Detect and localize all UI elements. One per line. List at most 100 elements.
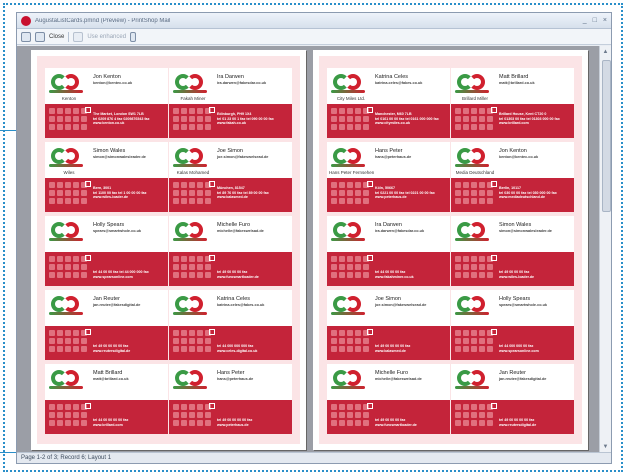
contact-details: tel 49 00 00 00 fax www.wiles-loader.de <box>499 270 535 279</box>
contact-details: tel 44 00 00 00 00 fax www.brillard.com <box>93 418 129 427</box>
contact-email: ira.darwen@fakesdar.co.uk <box>375 229 425 233</box>
card-grid: City Miles Ltd. Katrina Celes katrina.cele… <box>327 68 574 438</box>
band-square-icon <box>209 181 215 187</box>
band-square-icon <box>367 181 373 187</box>
contact-name: Hans Peter <box>217 370 245 376</box>
card-info-band: tel 49 00 00 00 fax www.wiles-loader.de <box>451 252 574 286</box>
band-square-icon <box>491 255 497 261</box>
contact-details: The Market, London SW1 7LB tel 0209 876 … <box>93 112 150 126</box>
company-logo-icon <box>331 148 365 168</box>
maximize-button[interactable]: □ <box>593 17 597 24</box>
contact-name: Katrina Celes <box>375 74 409 80</box>
dot-pattern <box>49 182 89 204</box>
contact-details: tel 49 00 00 00 00 fax www.reutersdigita… <box>93 344 131 353</box>
card-info-band: Berlin, 10117 tel 030 00 00 fax tel 030 … <box>451 178 574 212</box>
preview-page: City Miles Ltd. Katrina Celes katrina.cele… <box>313 50 588 450</box>
help-icon[interactable] <box>130 31 137 42</box>
contact-email: joe.simon@fakeswelsead.de <box>217 155 269 159</box>
print-icon[interactable] <box>21 31 31 42</box>
company-logo-icon <box>49 148 83 168</box>
card-header: Kenton Jon Kenton kenton@kentec.co.uk <box>45 68 168 104</box>
business-card: Kenton Jon Kenton kenton@kentec.co.uk The M… <box>45 68 168 142</box>
card-header: Holly Spears spears@smartwhole.co.uk <box>451 290 574 326</box>
card-grid: Kenton Jon Kenton kenton@kentec.co.uk The M… <box>45 68 292 438</box>
company-logo-icon <box>331 296 365 316</box>
company-name: Kenton <box>61 96 77 101</box>
dot-pattern <box>173 182 213 204</box>
company-logo-icon <box>331 74 365 94</box>
contact-name: Holly Spears <box>499 296 531 302</box>
contact-email: hans@peterhaus.de <box>217 377 254 381</box>
business-card: Fakah Miner Ira Darwen ira.darwen@fakesdar… <box>169 68 292 142</box>
company-logo-icon <box>331 222 365 242</box>
dot-pattern <box>173 330 213 352</box>
card-header: Hans Peter hans@peterhaus.de <box>169 364 292 400</box>
company-logo-icon <box>49 296 83 316</box>
card-info-band: Brillard House, Kent CT20 0 tel 01303 00… <box>451 104 574 138</box>
contact-name: Joe Simon <box>375 296 401 302</box>
card-info-band: tel 49 00 00 00 00 fax www.reutersdigita… <box>45 326 168 360</box>
zoom-icon[interactable] <box>35 31 45 42</box>
scroll-down-icon[interactable]: ▼ <box>602 443 609 451</box>
card-header: Fakah Miner Ira Darwen ira.darwen@fakesdar… <box>169 68 292 104</box>
contact-email: jan.reuter@fakesdigital.de <box>93 303 141 307</box>
band-square-icon <box>367 107 373 113</box>
band-square-icon <box>85 107 91 113</box>
close-button[interactable]: Close <box>49 34 64 40</box>
contact-email: katrina.celes@fakes.co.uk <box>375 81 423 85</box>
company-logo-icon <box>455 148 489 168</box>
company-name: Fakah Miner <box>180 96 206 101</box>
contact-name: Hans Peter <box>375 148 403 154</box>
dot-pattern <box>173 404 213 426</box>
company-logo-icon <box>173 296 207 316</box>
business-card: Kalas Mohamed Joe Simon joe.simon@fakeswel… <box>169 142 292 216</box>
enhanced-icon[interactable] <box>73 31 84 42</box>
card-info-band: tel 44 000 000 000 fax www.celes-digital… <box>169 326 292 360</box>
contact-name: Ira Darwen <box>217 74 244 80</box>
band-square-icon <box>85 255 91 261</box>
dot-pattern <box>331 404 371 426</box>
card-header: Wiles Simon Wales simon@simonwalesleader.d… <box>45 142 168 178</box>
company-logo-icon <box>173 370 207 390</box>
close-window-button[interactable]: × <box>603 17 607 24</box>
contact-email: simon@simonwalesleader.de <box>499 229 552 233</box>
page-sheet: Kenton Jon Kenton kenton@kentec.co.uk The M… <box>37 56 300 444</box>
contact-email: kenton@kentec.co.uk <box>93 81 133 85</box>
company-logo-icon <box>455 74 489 94</box>
contact-email: ira.darwen@fakesdar.co.uk <box>217 81 267 85</box>
contact-email: simon@simonwalesleader.de <box>93 155 146 159</box>
scroll-up-icon[interactable]: ▲ <box>602 48 609 56</box>
preview-window: AugustaListCards.pmnd (Preview) - PrintS… <box>16 12 612 464</box>
business-card: Media Deutschland Jon Kenton kenton@kentec… <box>451 142 574 216</box>
card-info-band: tel 44 00 00 00 fax www.fakahminer.co.uk <box>327 252 450 286</box>
company-logo-icon <box>49 74 83 94</box>
company-name: Brillard Miller <box>461 96 488 101</box>
scroll-thumb[interactable] <box>602 60 611 212</box>
status-bar: Page 1-2 of 3; Record 6; Layout 1 <box>17 452 611 463</box>
contact-details: Bern, 3001 tel 1100 00 fax tel 1 00 00 0… <box>93 186 147 200</box>
contact-details: tel 49 00 00 00 00 fax www.reutersdigita… <box>499 418 537 427</box>
company-logo-icon <box>49 222 83 242</box>
contact-details: Brillard House, Kent CT20 0 tel 01303 00… <box>499 112 560 126</box>
vertical-scrollbar[interactable]: ▲ ▼ <box>599 46 611 453</box>
business-card: Jan Reuter jan.reuter@fakesdigital.de tel … <box>45 290 168 364</box>
enhanced-button[interactable]: Use enhanced <box>87 34 126 40</box>
contact-details: tel 49 00 00 00 fax www.furosmartloader.… <box>217 270 259 279</box>
card-info-band: The Market, London SW1 7LB tel 0209 876 … <box>45 104 168 138</box>
contact-details: tel 44 00 00 fax tel 44 000 000 fax www.… <box>93 270 149 279</box>
window-title: AugustaListCards.pmnd (Preview) - PrintS… <box>35 17 171 24</box>
card-header: Jan Reuter jan.reuter@fakesdigital.de <box>451 364 574 400</box>
card-info-band: tel 49 00 00 00 fax www.furosmartloader.… <box>327 400 450 434</box>
business-card: Michelle Furo michelle@fakeswelsad.de tel … <box>327 364 450 438</box>
minimize-button[interactable]: _ <box>583 17 587 24</box>
business-card: Wiles Simon Wales simon@simonwalesleader.d… <box>45 142 168 216</box>
preview-viewport[interactable]: Kenton Jon Kenton kenton@kentec.co.uk The M… <box>17 46 601 453</box>
contact-name: Jan Reuter <box>93 296 120 302</box>
contact-email: michelle@fakeswelsad.de <box>217 229 264 233</box>
company-logo-icon <box>455 222 489 242</box>
band-square-icon <box>491 403 497 409</box>
card-header: Ira Darwen ira.darwen@fakesdar.co.uk <box>327 216 450 252</box>
dot-pattern <box>331 256 371 278</box>
company-logo-icon <box>173 222 207 242</box>
dot-pattern <box>455 182 495 204</box>
